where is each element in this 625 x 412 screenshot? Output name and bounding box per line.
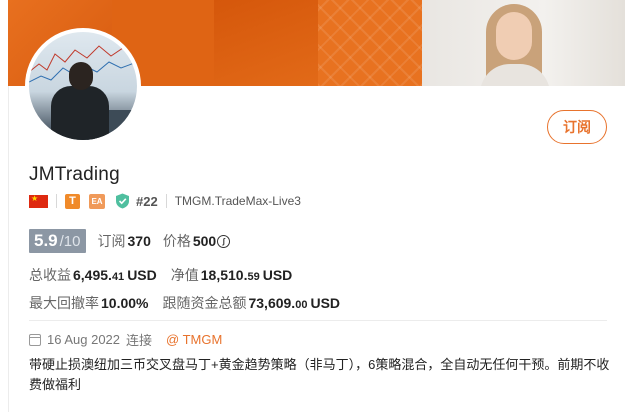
net-value-label: 净值 — [170, 267, 199, 283]
net-value-currency: USD — [262, 267, 293, 283]
ea-badge-icon: EA — [89, 193, 105, 209]
banner-person-face — [496, 12, 532, 60]
price-value: 500 — [192, 233, 217, 249]
avatar[interactable] — [25, 28, 141, 144]
net-value-value: 18,510. — [200, 267, 248, 283]
drawdown-row: 最大回撤率 10.00% 跟随资金总额 73,609. 00 USD — [29, 293, 340, 313]
section-divider — [29, 320, 607, 321]
follow-total-decimal: 00 — [295, 299, 308, 311]
divider — [165, 194, 167, 208]
subscriptions-value: 370 — [127, 233, 151, 249]
calendar-icon — [29, 333, 41, 346]
banner-edge — [0, 0, 8, 86]
server-name: TMGM.TradeMax-Live3 — [174, 194, 301, 208]
net-value-decimal: 59 — [247, 271, 260, 283]
max-drawdown-value: 10.00% — [101, 295, 149, 311]
verified-shield-icon — [116, 193, 129, 209]
price-label: 价格 — [162, 233, 191, 249]
subscriptions-label: 订阅 — [97, 233, 126, 249]
avatar-person-body — [51, 86, 109, 140]
connect-label: 连接 — [126, 333, 153, 348]
divider — [56, 194, 57, 208]
follow-total-label: 跟随资金总额 — [162, 295, 247, 311]
total-profit-label: 总收益 — [29, 267, 71, 283]
follow-total-currency: USD — [310, 295, 341, 311]
rating-value: 5.9 — [34, 231, 58, 250]
max-drawdown-label: 最大回撤率 — [29, 295, 99, 311]
banner-pattern — [318, 0, 422, 86]
badge-row: T EA #22 TMGM.TradeMax-Live3 — [29, 192, 301, 210]
avatar-person-head — [69, 62, 93, 90]
score-row: 5.9 /10 订阅 370 价格 500 ʃ — [29, 229, 231, 253]
rating-badge: 5.9 /10 — [29, 229, 86, 253]
total-profit-value: 6,495. — [73, 267, 112, 283]
avatar-image — [29, 32, 137, 140]
total-profit-decimal: 41 — [111, 271, 125, 283]
subscribe-button[interactable]: 订阅 — [547, 110, 607, 144]
china-flag-icon — [29, 194, 48, 208]
profit-row: 总收益 6,495. 41 USD 净值 18,510. 59 USD — [29, 265, 292, 285]
rank-label: #22 — [136, 193, 158, 209]
connection-meta: 16 Aug 2022 连接 @ TMGM — [29, 330, 222, 349]
trader-name: JMTrading — [29, 164, 120, 185]
banner-tile — [214, 0, 318, 86]
strategy-description: 带硬止损澳纽加三币交叉盘马丁+黄金趋势策略（非马丁），6策略混合，全自动无任何干… — [29, 357, 610, 392]
rating-max: /10 — [59, 233, 81, 250]
follow-total-value: 73,609. — [248, 295, 296, 311]
trader-t-badge-icon: T — [65, 193, 80, 209]
coin-icon: ʃ — [217, 234, 231, 248]
connect-date: 16 Aug 2022 — [47, 332, 121, 347]
total-profit-currency: USD — [127, 267, 157, 283]
broker-link[interactable]: @ TMGM — [166, 332, 222, 347]
